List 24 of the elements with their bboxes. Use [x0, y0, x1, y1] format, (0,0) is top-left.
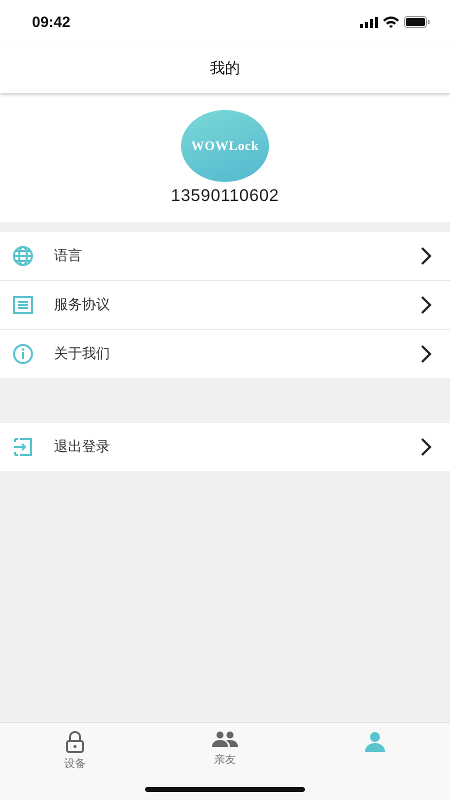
phone-number: 13590110602	[170, 186, 280, 206]
lock-icon	[65, 731, 85, 753]
chevron-icon	[420, 344, 432, 364]
chevron-icon	[420, 246, 432, 266]
chevron-icon	[420, 437, 432, 457]
status-time: 09:42	[32, 14, 70, 30]
page-title: 我的	[210, 59, 240, 78]
battery-icon	[404, 16, 430, 28]
wifi-icon	[383, 16, 399, 28]
menu-label: 语言	[54, 247, 83, 265]
person-icon	[364, 731, 386, 753]
signal-icon	[360, 16, 378, 28]
chevron-icon	[420, 295, 432, 315]
tab[interactable]: 设备	[0, 723, 150, 771]
menu-label: 服务协议	[54, 296, 111, 314]
logout-icon	[12, 436, 34, 458]
tab[interactable]: 亲友	[150, 723, 300, 771]
menu-label: 退出登录	[54, 438, 111, 456]
menu-label: 关于我们	[54, 345, 111, 363]
globe-icon	[12, 245, 34, 267]
avatar-logo: WOWLock	[181, 110, 269, 182]
people-icon	[212, 731, 238, 749]
info-icon	[12, 343, 34, 365]
document-icon	[12, 294, 34, 316]
